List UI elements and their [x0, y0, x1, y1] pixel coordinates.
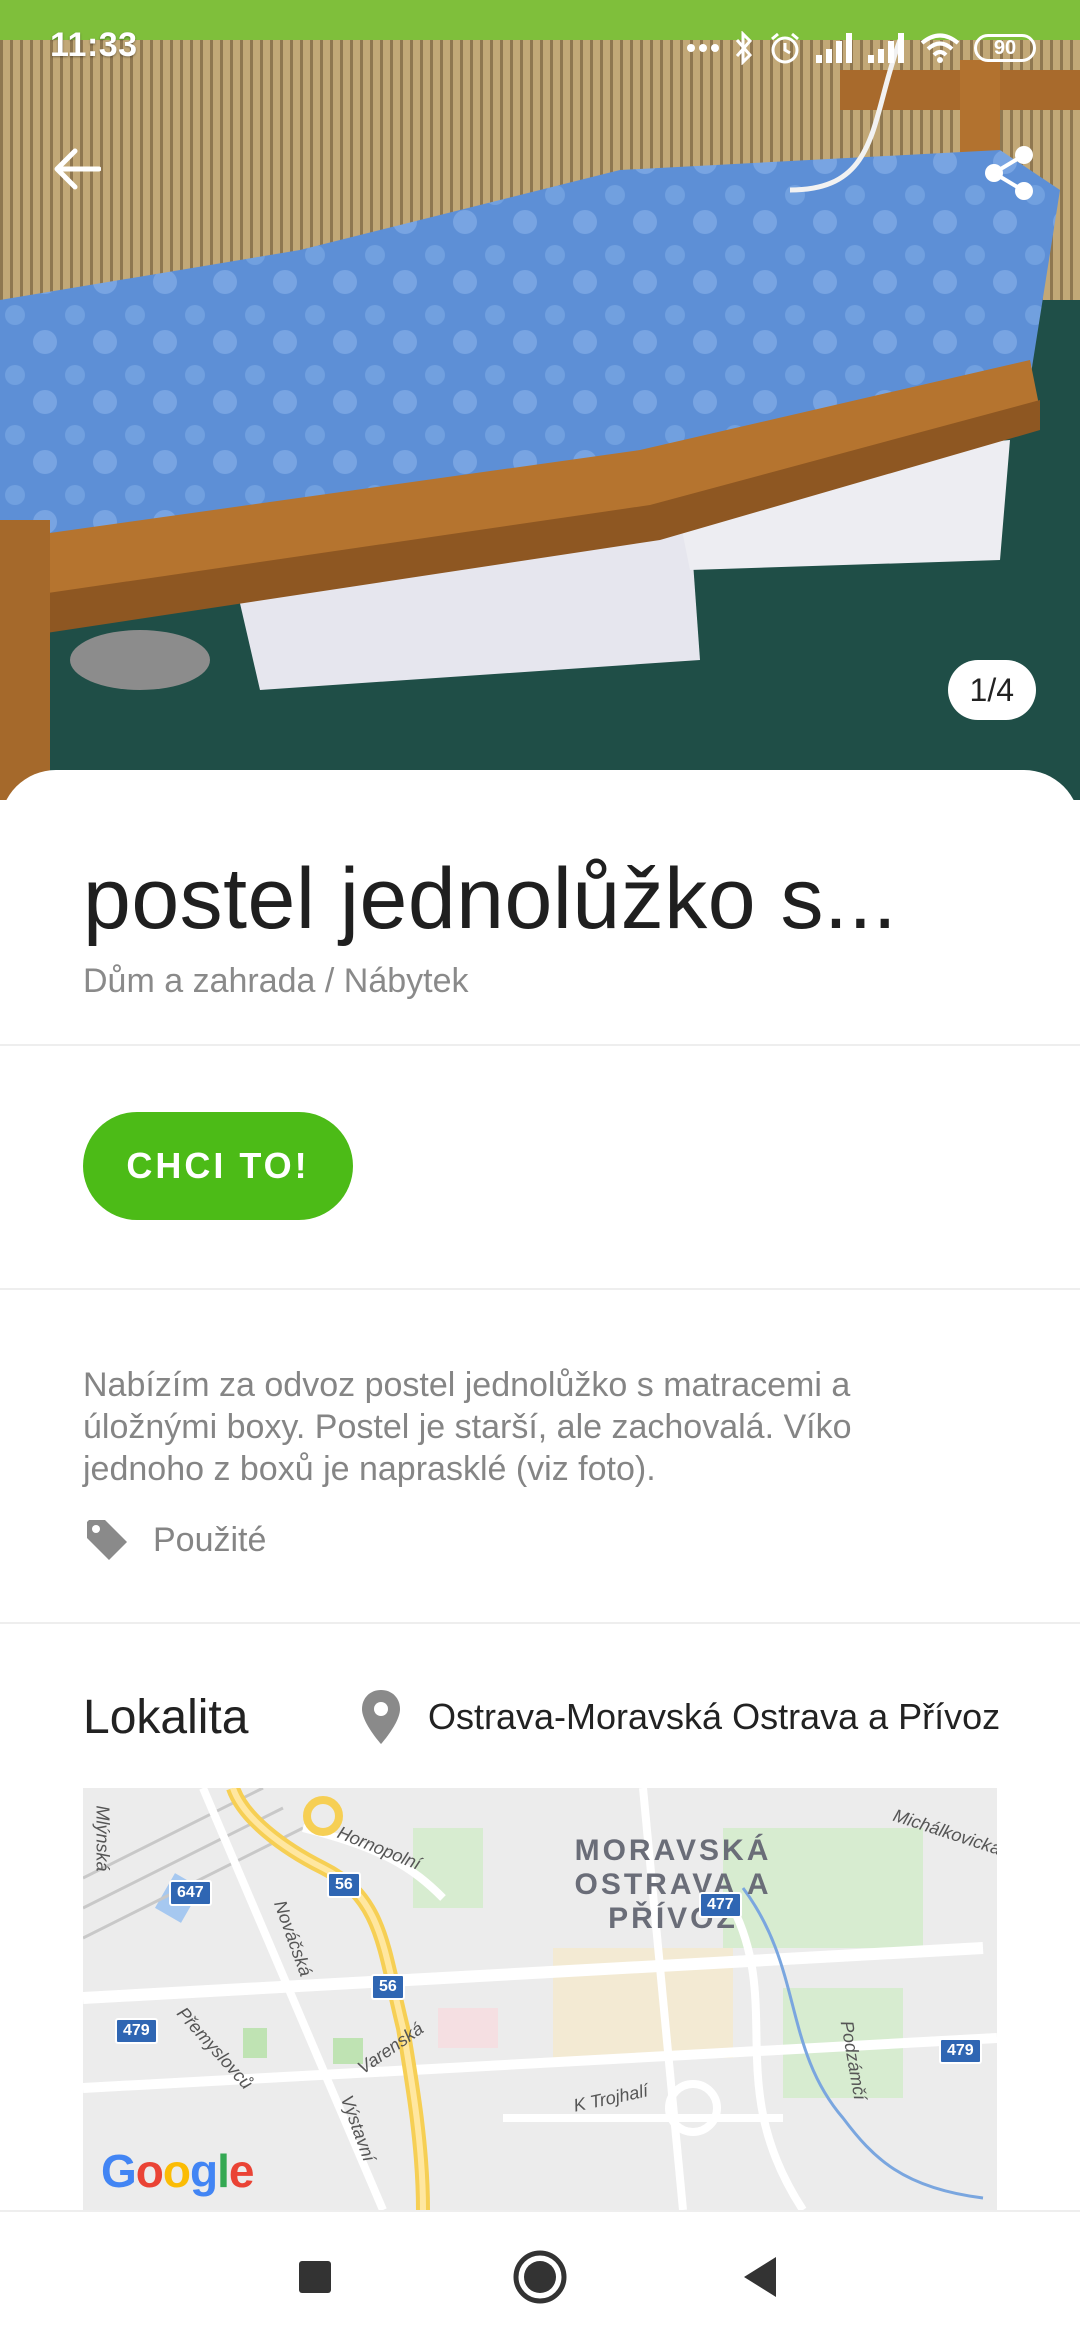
- condition-row: Použité: [83, 1514, 266, 1566]
- status-icons: 90: [686, 26, 1036, 70]
- signal-icon: [868, 33, 906, 63]
- photo-counter: 1/4: [947, 660, 1036, 720]
- tag-icon: [87, 1520, 127, 1560]
- route-shield: 56: [327, 1872, 361, 1898]
- want-it-button[interactable]: CHCI TO!: [83, 1112, 353, 1220]
- home-icon: [513, 2250, 567, 2304]
- back-button[interactable]: [44, 136, 110, 202]
- divider: [0, 1044, 1080, 1046]
- listing-category[interactable]: Dům a zahrada / Nábytek: [83, 962, 469, 1001]
- wifi-icon: [920, 32, 960, 64]
- bluetooth-icon: [734, 31, 754, 65]
- condition-label: Použité: [153, 1520, 267, 1559]
- system-nav-bar: [0, 2210, 1080, 2342]
- route-shield: 479: [115, 2018, 158, 2044]
- listing-description: Nabízím za odvoz postel jednolůžko s mat…: [83, 1366, 852, 1488]
- recent-apps-icon: [299, 2261, 331, 2293]
- divider: [0, 1622, 1080, 1624]
- map-street-label: Mlýnská: [92, 1805, 113, 1872]
- listing-photo[interactable]: 11:33 90 1/4: [0, 0, 1080, 800]
- share-icon: [985, 146, 1033, 200]
- signal-icon: [816, 33, 854, 63]
- bed-photo: [0, 0, 1080, 800]
- route-shield: 477: [699, 1892, 742, 1918]
- system-back-button[interactable]: [725, 2242, 795, 2312]
- status-bar: 11:33 90: [0, 0, 1080, 96]
- arrow-left-icon: [54, 148, 101, 190]
- listing-detail-sheet: postel jednolůžko s... Dům a zahrada / N…: [0, 770, 1080, 2210]
- recent-apps-button[interactable]: [280, 2242, 350, 2312]
- location-heading: Lokalita: [83, 1691, 249, 1744]
- location-map[interactable]: MORAVSKÁ OSTRAVA A PŘÍVOZ Hornopolní Nov…: [83, 1788, 997, 2210]
- location-pin-icon: [362, 1690, 400, 1744]
- alarm-icon: [768, 31, 802, 65]
- location-place-text: Ostrava-Moravská Ostrava a Přívoz: [428, 1696, 1001, 1737]
- share-button[interactable]: [974, 138, 1044, 208]
- dots-icon: [686, 43, 720, 53]
- google-logo: Google: [101, 2145, 254, 2197]
- route-shield: 56: [371, 1974, 405, 2000]
- route-shield: 479: [939, 2038, 982, 2064]
- status-time: 11:33: [50, 26, 138, 64]
- route-shield: 647: [169, 1880, 212, 1906]
- map-district-label: MORAVSKÁ OSTRAVA A PŘÍVOZ: [574, 1834, 772, 1935]
- battery-icon: 90: [974, 34, 1036, 62]
- home-button[interactable]: [505, 2242, 575, 2312]
- listing-title: postel jednolůžko s...: [83, 851, 898, 947]
- location-place: Ostrava-Moravská Ostrava a Přívoz: [360, 1682, 1000, 1752]
- divider: [0, 1288, 1080, 1290]
- back-icon: [744, 2257, 776, 2297]
